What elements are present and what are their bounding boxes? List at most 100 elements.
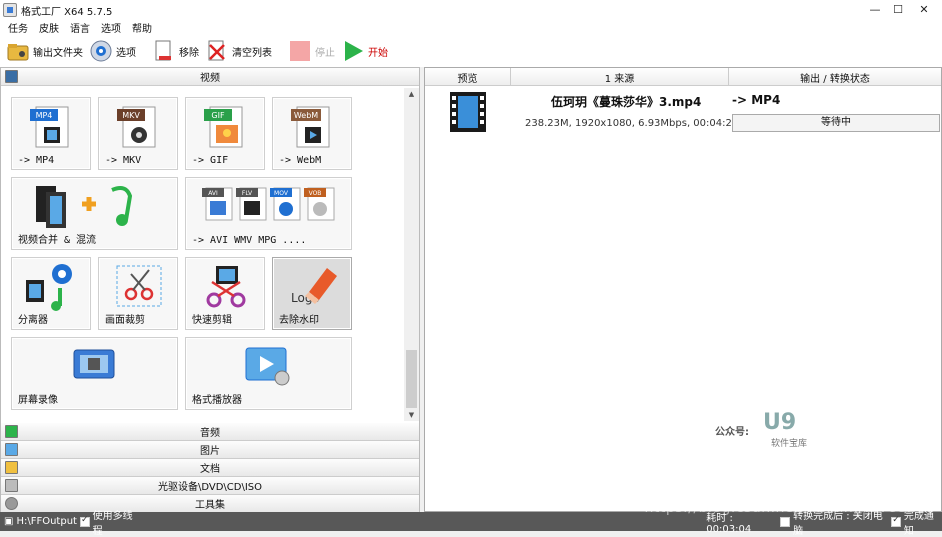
tile-quick-clip-label: 快速剪辑 — [192, 315, 232, 326]
tile-screen-record[interactable]: 屏幕录像 — [11, 337, 178, 410]
tile-merge-mux[interactable]: 视频合并 & 混流 — [11, 177, 178, 250]
output-folder-button[interactable]: 输出文件夹 — [6, 36, 83, 66]
app-icon — [3, 3, 17, 17]
menu-help[interactable]: 帮助 — [132, 20, 152, 35]
multi-format-icon: AVI FLV MOV VOB — [200, 184, 340, 229]
col-source[interactable]: 1 来源 — [511, 68, 729, 86]
title-bar: 格式工厂 X64 5.7.5 — ☐ ✕ — [0, 0, 942, 20]
menu-options[interactable]: 选项 — [101, 20, 121, 35]
menu-task[interactable]: 任务 — [8, 20, 28, 35]
gif-file-icon: GIF — [204, 103, 248, 152]
task-list: 预览 1 来源 输出 / 转换状态 伍珂玥《蔓珠莎华》3.mp4 238.23M… — [424, 67, 942, 512]
clear-list-button[interactable]: 清空列表 — [205, 36, 272, 66]
tile-to-mkv[interactable]: MKV -> MKV — [98, 97, 178, 170]
remove-label: 移除 — [179, 47, 199, 59]
video-file-icon — [450, 92, 486, 132]
tile-screen-record-label: 屏幕录像 — [18, 395, 58, 406]
multithread-checkbox[interactable] — [79, 515, 90, 527]
start-label: 开始 — [368, 47, 388, 59]
notify-checkbox[interactable] — [891, 515, 901, 527]
tools-gear-icon — [5, 497, 18, 510]
after-done-checkbox[interactable] — [780, 516, 791, 527]
output-folder-label: 输出文件夹 — [33, 47, 83, 59]
tile-to-webm-label: -> WebM — [279, 155, 322, 166]
category-audio[interactable]: 音频 — [1, 423, 419, 441]
tile-to-mp4-label: -> MP4 — [18, 155, 55, 166]
stop-label: 停止 — [315, 47, 335, 59]
scroll-thumb[interactable] — [406, 350, 417, 408]
folder-small-icon: ▣ — [4, 516, 14, 527]
category-image[interactable]: 图片 — [1, 441, 419, 459]
category-audio-label: 音频 — [200, 428, 220, 439]
tile-format-player[interactable]: 格式播放器 — [185, 337, 352, 410]
watermark-label: 公众号: — [715, 427, 749, 438]
gear-icon — [89, 39, 113, 63]
tile-remove-watermark-label: 去除水印 — [279, 315, 319, 326]
options-label: 选项 — [116, 47, 136, 59]
start-button[interactable]: 开始 — [341, 36, 388, 66]
play-icon — [341, 39, 365, 63]
remove-button[interactable]: 移除 — [152, 36, 199, 66]
document-icon — [5, 461, 18, 474]
output-format: -> MP4 — [732, 93, 781, 107]
tile-badge-text: GIF — [211, 111, 225, 120]
tile-merge-mux-label: 视频合并 & 混流 — [18, 235, 97, 246]
disc-drive-icon — [5, 479, 18, 492]
tile-to-mp4[interactable]: MP4 -> MP4 — [11, 97, 91, 170]
webm-file-icon: WebM — [291, 103, 335, 152]
scroll-up-icon[interactable]: ▲ — [404, 88, 419, 100]
category-document[interactable]: 文档 — [1, 459, 419, 477]
screen-record-icon — [72, 346, 116, 387]
category-tools[interactable]: 工具集 — [1, 495, 419, 513]
maximize-button[interactable]: ☐ — [889, 2, 907, 18]
tile-splitter-label: 分离器 — [18, 315, 48, 326]
tile-to-gif[interactable]: GIF -> GIF — [185, 97, 265, 170]
category-video[interactable]: 视频 — [1, 68, 419, 86]
tile-splitter[interactable]: 分离器 — [11, 257, 91, 330]
category-optical[interactable]: 光驱设备\DVD\CD\ISO — [1, 477, 419, 495]
col-preview[interactable]: 预览 — [425, 68, 511, 86]
tile-crop[interactable]: 画面裁剪 — [98, 257, 178, 330]
tile-remove-watermark[interactable]: Logo 去除水印 — [272, 257, 352, 330]
tile-to-avi-wmv-mpg[interactable]: AVI FLV MOV VOB -> AVI WMV MPG .... — [185, 177, 352, 250]
tile-badge-text: VOB — [309, 190, 322, 197]
clear-list-label: 清空列表 — [232, 47, 272, 59]
music-note-icon — [5, 425, 18, 438]
crop-scissors-icon — [113, 262, 165, 315]
player-icon — [244, 344, 292, 389]
multithread-label: 使用多线程 — [92, 510, 133, 537]
tools-scrollbar[interactable]: ▲ ▼ — [404, 88, 419, 421]
col-output-status[interactable]: 输出 / 转换状态 — [729, 68, 941, 86]
film-icon — [5, 70, 18, 83]
tile-format-player-label: 格式播放器 — [192, 395, 242, 406]
tile-badge-text: FLV — [242, 190, 253, 197]
window-title: 格式工厂 X64 5.7.5 — [21, 6, 113, 18]
category-tools-label: 工具集 — [195, 500, 225, 511]
tile-badge-text: AVI — [208, 190, 218, 197]
minimize-button[interactable]: — — [866, 2, 884, 18]
category-image-label: 图片 — [200, 446, 220, 457]
mkv-file-icon: MKV — [117, 103, 161, 152]
category-document-label: 文档 — [200, 464, 220, 475]
stop-button[interactable]: 停止 — [288, 36, 335, 66]
blog-watermark: https://blog.csdn.net/weixin_42793435 — [644, 500, 936, 516]
stop-icon — [288, 39, 312, 63]
task-list-header: 预览 1 来源 输出 / 转换状态 — [425, 68, 941, 86]
mp4-file-icon: MP4 — [30, 103, 74, 152]
category-optical-label: 光驱设备\DVD\CD\ISO — [157, 482, 263, 493]
options-button[interactable]: 选项 — [89, 36, 136, 66]
menu-language[interactable]: 语言 — [70, 20, 90, 35]
tile-badge-text: WebM — [294, 111, 318, 120]
menu-skin[interactable]: 皮肤 — [39, 20, 59, 35]
output-path[interactable]: H:\FFOutput — [16, 516, 77, 527]
tile-to-webm[interactable]: WebM -> WebM — [272, 97, 352, 170]
source-info: 238.23M, 1920x1080, 6.93Mbps, 00:04:23 — [525, 118, 739, 129]
scroll-down-icon[interactable]: ▼ — [404, 409, 419, 421]
close-button[interactable]: ✕ — [915, 2, 933, 18]
clear-list-icon — [205, 39, 229, 63]
picture-icon — [5, 443, 18, 456]
merge-video-audio-icon — [34, 182, 164, 233]
tile-quick-clip[interactable]: 快速剪辑 — [185, 257, 265, 330]
watermark-subtitle: 软件宝库 — [771, 439, 808, 449]
tile-to-avi-wmv-mpg-label: -> AVI WMV MPG .... — [192, 235, 307, 246]
